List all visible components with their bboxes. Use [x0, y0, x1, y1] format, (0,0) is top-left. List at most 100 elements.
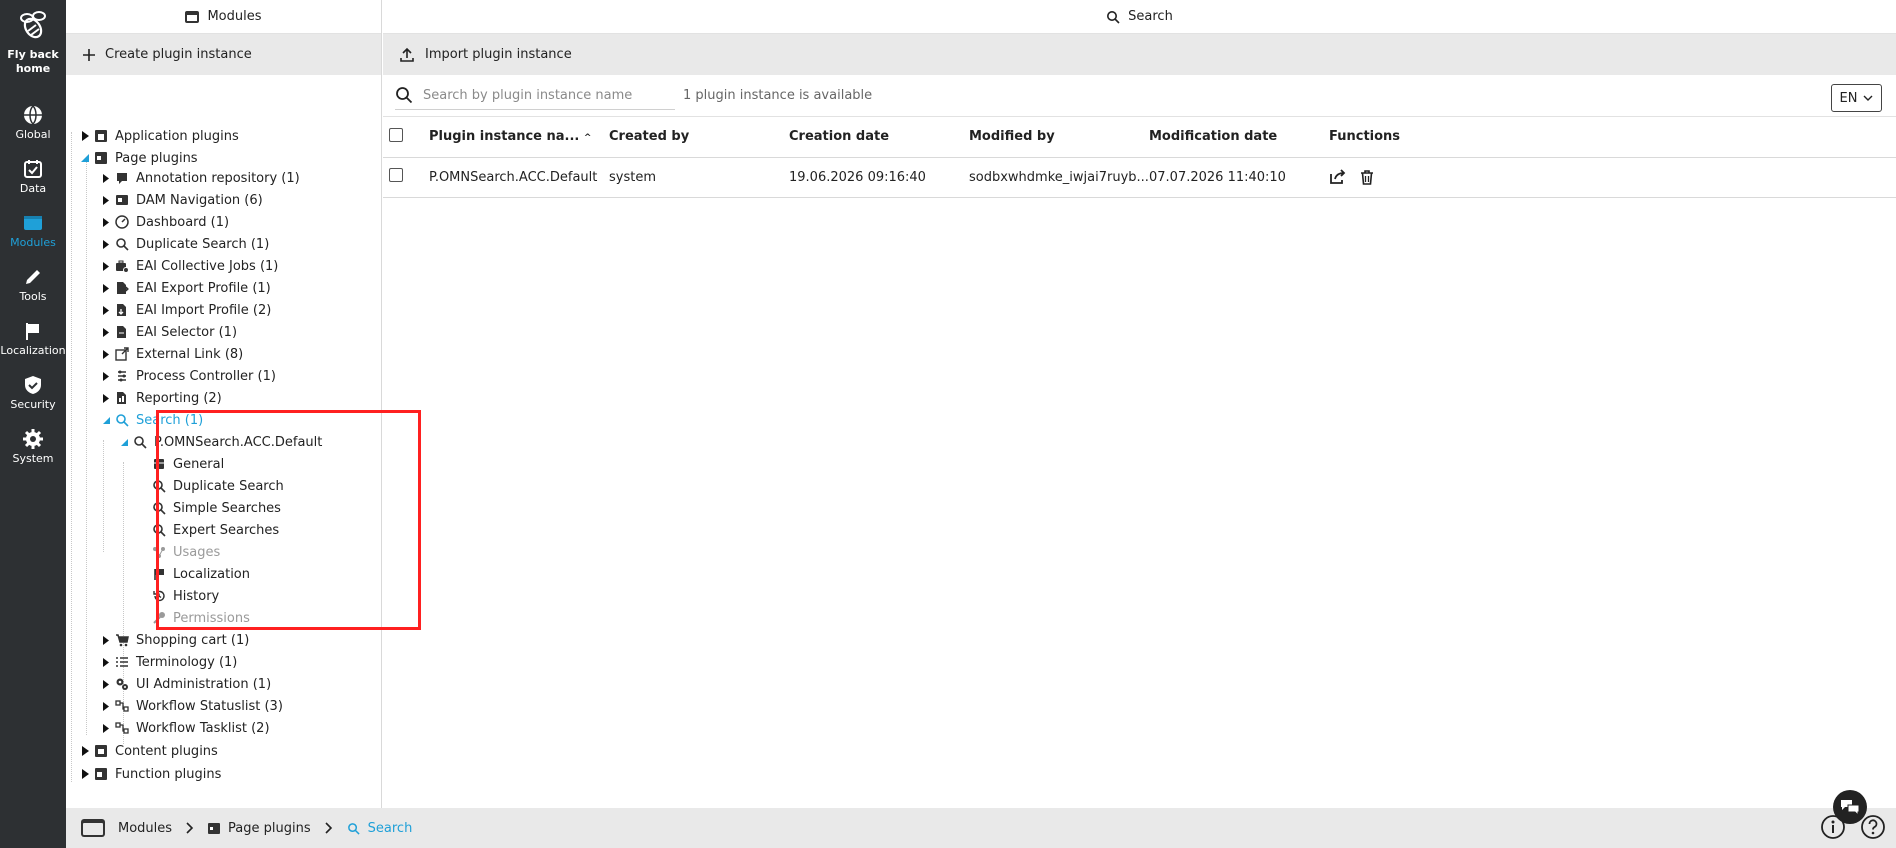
- expand-arrow-icon[interactable]: [80, 741, 90, 761]
- nav-item-data[interactable]: Data: [0, 158, 66, 208]
- dashboard-gauge-icon: [114, 214, 130, 230]
- tree-node-annotation-repository[interactable]: Annotation repository (1): [101, 168, 300, 188]
- search-input[interactable]: [423, 87, 663, 103]
- export-icon[interactable]: [1329, 169, 1347, 185]
- collapse-arrow-icon[interactable]: [80, 148, 90, 168]
- expand-arrow-icon[interactable]: [101, 300, 111, 320]
- expand-arrow-icon[interactable]: [101, 630, 111, 650]
- tree-node-workflow-tasklist[interactable]: Workflow Tasklist (2): [101, 718, 270, 738]
- nav-item-global[interactable]: Global: [0, 104, 66, 154]
- nav-item-security[interactable]: Security: [0, 374, 66, 424]
- cell-modified-by: sodbxwhdmke_iwjai7ruyb...: [969, 157, 1149, 198]
- search-box: [395, 82, 675, 110]
- expand-arrow-icon[interactable]: [101, 652, 111, 672]
- tree-node-eai-export-profile[interactable]: EAI Export Profile (1): [101, 278, 271, 298]
- bee-logo-icon: [20, 11, 46, 39]
- select-all-header: [383, 117, 429, 158]
- expand-arrow-icon[interactable]: [101, 388, 111, 408]
- expand-arrow-icon[interactable]: [101, 322, 111, 342]
- tree-node-eai-collective-jobs[interactable]: EAI Collective Jobs (1): [101, 256, 278, 276]
- tree-node-dashboard[interactable]: Dashboard (1): [101, 212, 229, 232]
- nav-item-tools[interactable]: Tools: [0, 266, 66, 316]
- select-all-checkbox[interactable]: [389, 127, 403, 142]
- import-plugin-instance-button[interactable]: Import plugin instance: [399, 47, 572, 63]
- expand-arrow-icon[interactable]: [101, 344, 111, 364]
- tree-node-duplicate-search[interactable]: Duplicate Search (1): [101, 234, 269, 254]
- tree-node-function-plugins[interactable]: Function plugins: [80, 764, 221, 784]
- tree-node-dam-navigation[interactable]: DAM Navigation (6): [101, 190, 263, 210]
- language-select[interactable]: EN: [1831, 84, 1882, 112]
- tree-node-eai-selector[interactable]: EAI Selector (1): [101, 322, 237, 342]
- tree-node-page-plugins[interactable]: Page plugins: [80, 148, 198, 168]
- column-header-modification-date[interactable]: Modification date: [1149, 117, 1329, 158]
- fly-back-home-button[interactable]: Fly back home: [0, 8, 66, 76]
- chevron-right-icon: [325, 822, 332, 834]
- tree-node-reporting[interactable]: Reporting (2): [101, 388, 222, 408]
- tree-label: Workflow Tasklist (2): [136, 720, 270, 736]
- expand-arrow-icon[interactable]: [101, 696, 111, 716]
- tree-label: DAM Navigation (6): [136, 192, 263, 208]
- cell-created-by: system: [609, 157, 789, 198]
- expand-arrow-icon[interactable]: [101, 674, 111, 694]
- tree-node-ui-administration[interactable]: UI Administration (1): [101, 674, 271, 694]
- chat-bubbles-icon: [1841, 800, 1860, 817]
- tree-label: Function plugins: [115, 766, 222, 782]
- modules-toolbar: Create plugin instance: [66, 34, 381, 75]
- column-header-name[interactable]: Plugin instance na... ^: [429, 117, 609, 158]
- breadcrumb-modules-label: Modules: [118, 820, 173, 836]
- search-icon: [114, 412, 130, 428]
- function-plugin-icon: [93, 766, 109, 782]
- chat-icon[interactable]: [1833, 790, 1867, 824]
- tree-node-eai-import-profile[interactable]: EAI Import Profile (2): [101, 300, 271, 320]
- nav-label-global: Global: [15, 128, 51, 141]
- tree-node-process-controller[interactable]: Process Controller (1): [101, 366, 276, 386]
- tree-label: Content plugins: [115, 743, 218, 759]
- tree-label: EAI Import Profile (2): [136, 302, 272, 318]
- collapse-arrow-icon[interactable]: [119, 432, 129, 452]
- nav-label-localization: Localization: [0, 344, 66, 357]
- column-header-creation-date[interactable]: Creation date: [789, 117, 969, 158]
- expand-arrow-icon[interactable]: [101, 234, 111, 254]
- workflow-icon: [114, 720, 130, 736]
- breadcrumb: Modules Page plugins Search: [66, 808, 1896, 848]
- expand-arrow-icon[interactable]: [80, 764, 90, 784]
- tree-node-content-plugins[interactable]: Content plugins: [80, 741, 218, 761]
- nav-item-system[interactable]: System: [0, 428, 66, 478]
- breadcrumb-page-plugins[interactable]: Page plugins: [208, 821, 311, 836]
- page-plugin-icon: [93, 150, 109, 166]
- expand-arrow-icon[interactable]: [101, 718, 111, 738]
- tree-node-workflow-statuslist[interactable]: Workflow Statuslist (3): [101, 696, 283, 716]
- column-header-modified-by[interactable]: Modified by: [969, 117, 1149, 158]
- table-row[interactable]: P.OMNSearch.ACC.Default system 19.06.202…: [383, 157, 1896, 198]
- search-panel: Search Import plugin instance 1 plugin i…: [383, 0, 1896, 808]
- breadcrumb-page-plugins-label: Page plugins: [228, 820, 311, 836]
- trash-icon[interactable]: [1359, 169, 1375, 185]
- nav-item-modules[interactable]: Modules: [0, 212, 66, 262]
- fly-back-home-label: Fly back home: [7, 48, 59, 75]
- nav-label-tools: Tools: [19, 290, 47, 303]
- tree-node-shopping-cart[interactable]: Shopping cart (1): [101, 630, 249, 650]
- tree-node-terminology[interactable]: Terminology (1): [101, 652, 237, 672]
- tree-node-external-link[interactable]: External Link (8): [101, 344, 243, 364]
- help-icon[interactable]: [1860, 814, 1886, 840]
- column-header-created-by[interactable]: Created by: [609, 117, 789, 158]
- tree-node-application-plugins[interactable]: Application plugins: [80, 126, 239, 146]
- column-header-functions: Functions: [1329, 117, 1896, 158]
- collapse-arrow-icon[interactable]: [101, 410, 111, 430]
- tree-label: Workflow Statuslist (3): [136, 698, 283, 714]
- expand-arrow-icon[interactable]: [101, 212, 111, 232]
- row-checkbox[interactable]: [389, 168, 403, 182]
- workflow-icon: [114, 698, 130, 714]
- breadcrumb-search[interactable]: Search: [347, 821, 412, 836]
- briefcase-gear-icon: [114, 258, 130, 274]
- nav-item-localization[interactable]: Localization: [0, 320, 66, 370]
- expand-arrow-icon[interactable]: [101, 278, 111, 298]
- expand-arrow-icon[interactable]: [101, 190, 111, 210]
- expand-arrow-icon[interactable]: [80, 126, 90, 146]
- create-plugin-instance-button[interactable]: Create plugin instance: [82, 47, 252, 62]
- application-plugin-icon: [93, 128, 109, 144]
- expand-arrow-icon[interactable]: [101, 366, 111, 386]
- breadcrumb-modules[interactable]: Modules: [118, 821, 172, 836]
- expand-arrow-icon[interactable]: [101, 256, 111, 276]
- expand-arrow-icon[interactable]: [101, 168, 111, 188]
